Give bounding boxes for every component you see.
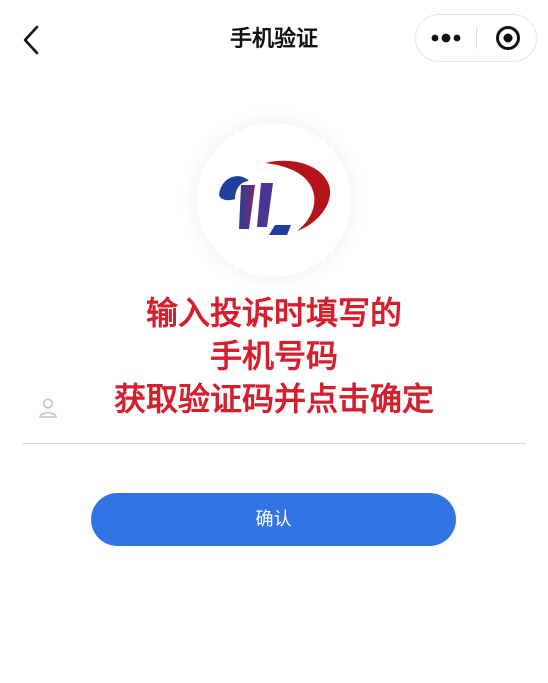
confirm-button[interactable]: 确认 [91,493,456,546]
more-dots-icon [431,33,461,43]
brand-logo-icon [219,160,331,235]
logo [197,123,351,277]
user-icon [39,398,57,418]
more-button[interactable] [416,15,476,61]
notice-line-1: 输入投诉时填写的 [145,294,402,332]
input-underline [22,443,526,444]
notice-line-2: 手机号码 [209,337,338,375]
navigation-bar: 手机验证 [0,0,548,80]
mini-program-capsule [415,14,537,62]
close-button[interactable] [477,15,537,61]
target-close-icon [496,26,520,50]
phone-number-input[interactable] [70,390,520,426]
